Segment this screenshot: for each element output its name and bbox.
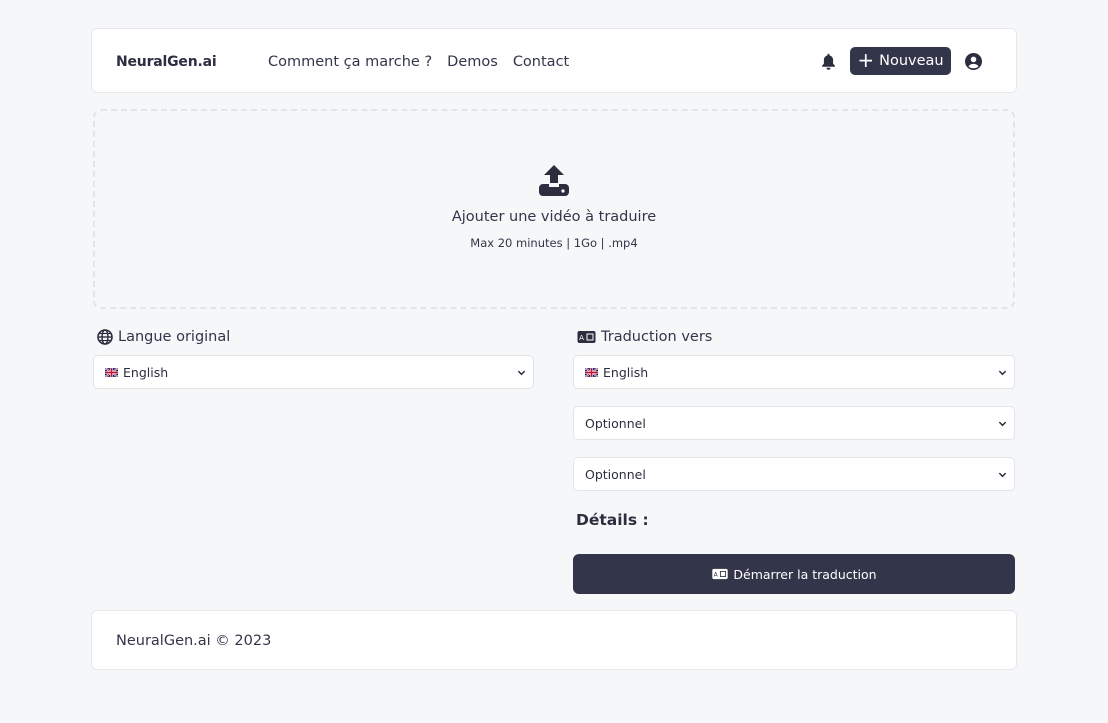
globe-icon [97, 329, 113, 345]
translate-icon: A [577, 331, 596, 343]
nav-link-demos[interactable]: Demos [447, 54, 498, 70]
new-button[interactable]: + Nouveau [850, 47, 951, 75]
target-language-value-2: Optionnel [585, 415, 646, 431]
target-language-label: A Traduction vers [577, 329, 712, 345]
source-language-value: English [123, 364, 169, 380]
new-button-label: Nouveau [879, 53, 944, 69]
uk-flag-icon [105, 367, 118, 377]
start-translation-label: Démarrer la traduction [733, 566, 877, 582]
nav-link-how-it-works[interactable]: Comment ça marche ? [268, 54, 432, 70]
nav-links: Comment ça marche ? Demos Contact [268, 54, 569, 70]
source-language-select[interactable]: English [93, 355, 534, 389]
footer: NeuralGen.ai © 2023 [91, 610, 1017, 670]
start-translation-button[interactable]: A Démarrer la traduction [573, 554, 1015, 594]
target-language-select-3[interactable]: Optionnel [573, 457, 1015, 491]
chevron-down-icon [998, 472, 1007, 478]
chevron-down-icon [517, 370, 526, 376]
details-heading: Détails : [576, 511, 649, 529]
translate-icon: A [712, 568, 729, 580]
bell-icon[interactable] [820, 53, 837, 71]
target-language-select-2[interactable]: Optionnel [573, 406, 1015, 440]
uk-flag-icon [585, 367, 598, 377]
target-language-value-1: English [603, 364, 649, 380]
chevron-down-icon [998, 370, 1007, 376]
video-upload-dropzone[interactable]: Ajouter une vidéo à traduire Max 20 minu… [93, 109, 1015, 309]
target-language-value-3: Optionnel [585, 466, 646, 482]
chevron-down-icon [998, 421, 1007, 427]
plus-icon: + [857, 48, 875, 72]
brand-logo[interactable]: NeuralGen.ai [116, 54, 217, 70]
upload-title: Ajouter une vidéo à traduire [451, 209, 657, 225]
upload-constraints: Max 20 minutes | 1Go | .mp4 [470, 236, 638, 250]
top-navbar: NeuralGen.ai Comment ça marche ? Demos C… [91, 28, 1017, 93]
target-language-select-1[interactable]: English [573, 355, 1015, 389]
svg-text:A: A [579, 334, 584, 342]
footer-copyright: NeuralGen.ai © 2023 [116, 633, 272, 649]
user-circle-icon[interactable] [965, 53, 982, 70]
nav-link-contact[interactable]: Contact [513, 54, 569, 70]
upload-icon [539, 165, 569, 196]
source-language-label: Langue original [97, 329, 230, 345]
